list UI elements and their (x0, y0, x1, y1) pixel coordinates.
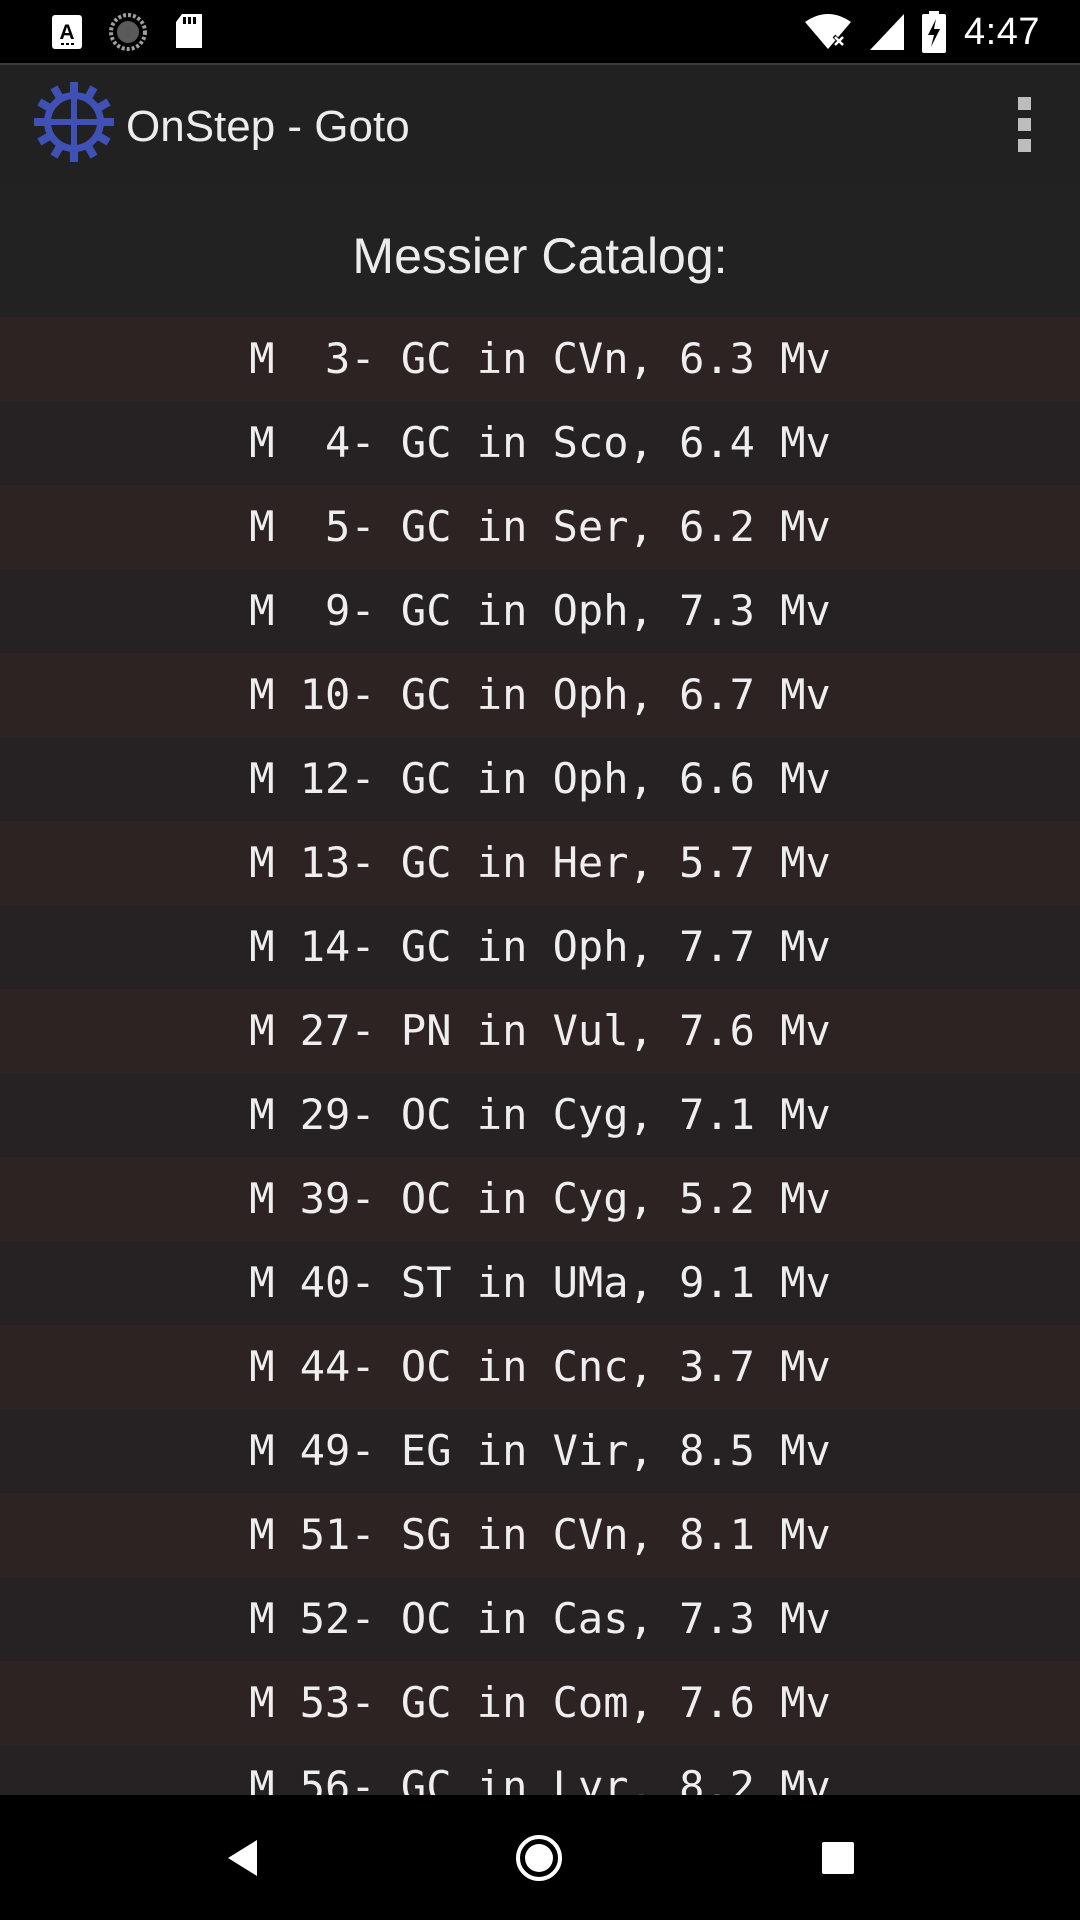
status-bar: A 4:47 (0, 0, 1080, 63)
list-item[interactable]: M 44- OC in Cnc, 3.7 Mv (0, 1325, 1080, 1409)
list-item[interactable]: M 29- OC in Cyg, 7.1 Mv (0, 1073, 1080, 1157)
signal-icon (870, 14, 905, 50)
sd-card-icon (176, 14, 202, 48)
battery-charging-icon (922, 11, 947, 53)
list-item[interactable]: M 5- GC in Ser, 6.2 Mv (0, 485, 1080, 569)
navigation-bar (0, 1795, 1080, 1920)
list-item[interactable]: M 53- GC in Com, 7.6 Mv (0, 1661, 1080, 1745)
a-keyboard-icon: A (52, 15, 82, 49)
recents-icon (822, 1842, 854, 1874)
wifi-icon (805, 14, 852, 49)
catalog-header: Messier Catalog: (0, 183, 1080, 317)
onstep-logo-icon (34, 82, 114, 162)
recents-button[interactable] (803, 1823, 873, 1893)
back-icon (228, 1840, 257, 1876)
list-item[interactable]: M 3- GC in CVn, 6.3 Mv (0, 317, 1080, 401)
app-title: OnStep - Goto (126, 102, 410, 151)
list-item[interactable]: M 13- GC in Her, 5.7 Mv (0, 821, 1080, 905)
sync-circle-icon (109, 13, 147, 51)
home-icon (516, 1835, 562, 1881)
list-item[interactable]: M 12- GC in Oph, 6.6 Mv (0, 737, 1080, 821)
list-item[interactable]: M 39- OC in Cyg, 5.2 Mv (0, 1157, 1080, 1241)
overflow-menu-icon[interactable] (998, 91, 1050, 157)
app-bar: OnStep - Goto (0, 65, 1080, 183)
list-item[interactable]: M 10- GC in Oph, 6.7 Mv (0, 653, 1080, 737)
list-item[interactable]: M 9- GC in Oph, 7.3 Mv (0, 569, 1080, 653)
menu-dot (1017, 138, 1031, 152)
list-item[interactable]: M 49- EG in Vir, 8.5 Mv (0, 1409, 1080, 1493)
status-left-icons: A (52, 12, 204, 52)
catalog-list[interactable]: M 3- GC in CVn, 6.3 Mv M 4- GC in Sco, 6… (0, 317, 1080, 1795)
catalog-screen: Messier Catalog: M 3- GC in CVn, 6.3 Mv … (0, 183, 1080, 1795)
list-item[interactable]: M 56- GC in Lyr, 8.2 Mv (0, 1745, 1080, 1795)
list-item[interactable]: M 40- ST in UMa, 9.1 Mv (0, 1241, 1080, 1325)
back-button[interactable] (207, 1823, 277, 1893)
home-button[interactable] (504, 1823, 574, 1893)
list-item[interactable]: M 52- OC in Cas, 7.3 Mv (0, 1577, 1080, 1661)
list-item[interactable]: M 14- GC in Oph, 7.7 Mv (0, 905, 1080, 989)
list-item[interactable]: M 4- GC in Sco, 6.4 Mv (0, 401, 1080, 485)
list-item[interactable]: M 51- SG in CVn, 8.1 Mv (0, 1493, 1080, 1577)
svg-text:A: A (59, 21, 74, 44)
list-item[interactable]: M 27- PN in Vul, 7.6 Mv (0, 989, 1080, 1073)
menu-dot (1017, 96, 1031, 110)
status-time: 4:47 (964, 10, 1040, 53)
menu-dot (1017, 117, 1031, 131)
status-right-icons: 4:47 (804, 8, 1040, 56)
catalog-title: Messier Catalog: (352, 228, 728, 284)
